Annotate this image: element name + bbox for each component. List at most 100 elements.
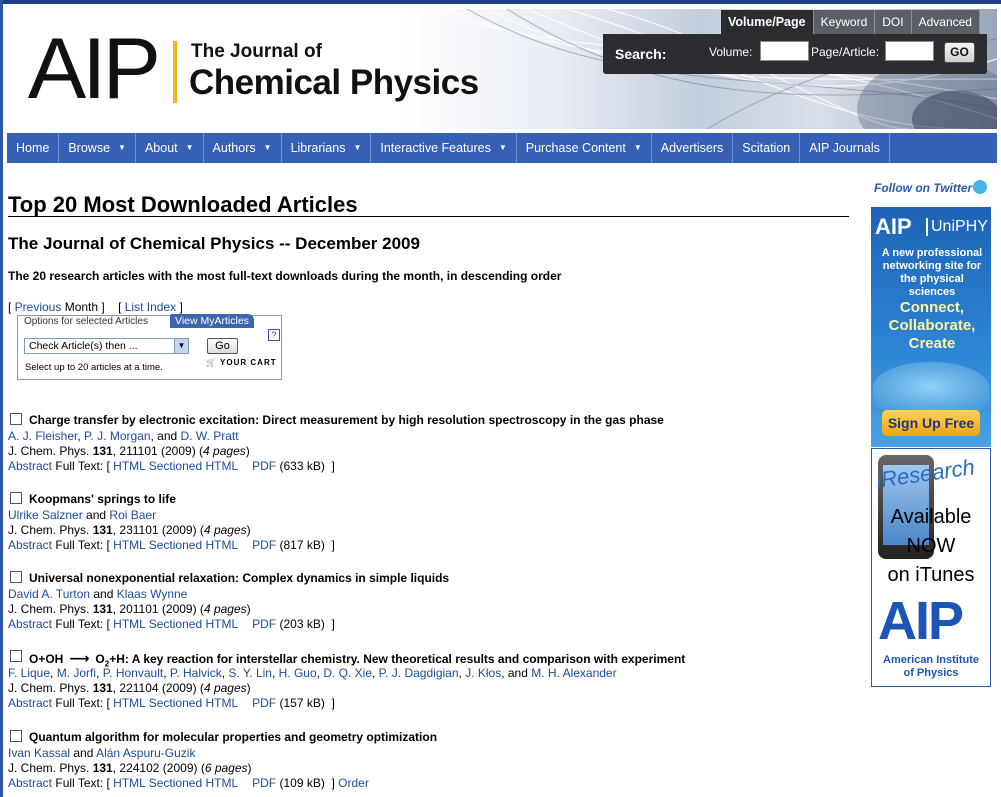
list-index-link[interactable]: List Index bbox=[125, 300, 176, 314]
options-tab[interactable]: Options for selected Articles bbox=[20, 315, 152, 329]
nav-label: AIP Journals bbox=[809, 141, 880, 155]
article-checkbox[interactable] bbox=[10, 492, 22, 504]
html-link[interactable]: HTML bbox=[113, 696, 145, 710]
page-title: Top 20 Most Downloaded Articles bbox=[8, 192, 358, 217]
author-link[interactable]: D. W. Pratt bbox=[181, 429, 239, 443]
html-link[interactable]: HTML bbox=[113, 617, 145, 631]
html-link[interactable]: HTML bbox=[113, 776, 145, 790]
search-label: Search: bbox=[615, 46, 667, 62]
html-link[interactable]: HTML bbox=[113, 538, 145, 552]
file-size: (633 kB) bbox=[279, 459, 325, 473]
tab-keyword[interactable]: Keyword bbox=[813, 10, 876, 34]
pdf-link[interactable]: PDF bbox=[252, 696, 276, 710]
tab-volume-page[interactable]: Volume/Page bbox=[721, 10, 814, 34]
pdf-link[interactable]: PDF bbox=[252, 538, 276, 552]
volume-number: 131 bbox=[92, 602, 113, 616]
article-checkbox[interactable] bbox=[10, 650, 22, 662]
article-citation: J. Chem. Phys. 131, 231101 (2009) (4 pag… bbox=[8, 523, 251, 537]
nav-advertisers[interactable]: Advertisers bbox=[652, 133, 734, 163]
sectioned-html-link[interactable]: Sectioned HTML bbox=[149, 617, 238, 631]
full-text-label: Full Text: bbox=[55, 538, 104, 552]
full-text-label: Full Text: bbox=[55, 459, 104, 473]
page-count: 4 pages bbox=[203, 444, 246, 458]
month-navigation: [ Previous Month ] [ List Index ] bbox=[8, 300, 183, 314]
nav-librarians[interactable]: Librarians ▼ bbox=[282, 133, 372, 163]
page-article-input[interactable] bbox=[885, 41, 934, 61]
follow-on-twitter-link[interactable]: Follow on Twitter bbox=[874, 181, 972, 195]
tab-doi[interactable]: DOI bbox=[875, 10, 912, 34]
pdf-link[interactable]: PDF bbox=[252, 776, 276, 790]
chevron-down-icon: ▼ bbox=[174, 339, 188, 353]
article-citation: J. Chem. Phys. 131, 221104 (2009) (4 pag… bbox=[8, 681, 251, 695]
html-link[interactable]: HTML bbox=[113, 459, 145, 473]
aip-logo[interactable]: AIP bbox=[28, 26, 161, 112]
order-link[interactable]: Order bbox=[338, 776, 369, 790]
article-citation: J. Chem. Phys. 131, 201101 (2009) (4 pag… bbox=[8, 602, 251, 616]
previous-month-link[interactable]: Previous bbox=[15, 300, 62, 314]
journal-name-line1: The Journal of bbox=[191, 41, 322, 62]
ad-aip-logo: AIP bbox=[878, 591, 964, 651]
pdf-link[interactable]: PDF bbox=[252, 617, 276, 631]
view-myarticles-tab[interactable]: View MyArticles bbox=[170, 314, 254, 328]
slogan-line: Connect, bbox=[899, 299, 965, 316]
article-action-select[interactable]: Check Article(s) then ... ▼ bbox=[24, 338, 189, 354]
author-link[interactable]: Ivan Kassal bbox=[8, 746, 70, 760]
page-count: 4 pages bbox=[203, 681, 247, 695]
sign-up-free-button[interactable]: Sign Up Free bbox=[882, 410, 980, 436]
page-subtitle: The Journal of Chemical Physics -- Decem… bbox=[8, 234, 420, 253]
article-links: Abstract Full Text: [ HTML Sectioned HTM… bbox=[8, 617, 335, 631]
iresearch-ad[interactable]: iResearch Available NOW on iTunes AIP Am… bbox=[871, 448, 991, 687]
help-icon[interactable]: ? bbox=[268, 329, 280, 341]
pdf-link[interactable]: PDF bbox=[252, 459, 276, 473]
article-checkbox[interactable] bbox=[10, 730, 22, 742]
abstract-link[interactable]: Abstract bbox=[8, 696, 52, 710]
author-link[interactable]: Klaas Wynne bbox=[117, 587, 188, 601]
nav-purchase-content[interactable]: Purchase Content ▼ bbox=[517, 133, 652, 163]
caret-down-icon: ▼ bbox=[353, 143, 362, 152]
search-go-button[interactable]: GO bbox=[944, 42, 975, 63]
sectioned-html-link[interactable]: Sectioned HTML bbox=[149, 696, 238, 710]
options-go-button[interactable]: Go bbox=[207, 338, 238, 354]
abstract-link[interactable]: Abstract bbox=[8, 776, 52, 790]
tab-advanced[interactable]: Advanced bbox=[911, 10, 980, 34]
nav-label: Authors bbox=[212, 141, 256, 155]
nav-scitation[interactable]: Scitation bbox=[733, 133, 801, 163]
abstract-link[interactable]: Abstract bbox=[8, 459, 52, 473]
article-year: (2009) bbox=[161, 602, 197, 616]
author-link[interactable]: Roi Baer bbox=[109, 508, 156, 522]
article-checkbox[interactable] bbox=[10, 413, 22, 425]
nav-home[interactable]: Home bbox=[7, 133, 60, 163]
nav-aip-journals[interactable]: AIP Journals bbox=[800, 133, 890, 163]
sectioned-html-link[interactable]: Sectioned HTML bbox=[149, 459, 238, 473]
nav-browse[interactable]: Browse ▼ bbox=[59, 133, 136, 163]
article-checkbox[interactable] bbox=[10, 571, 22, 583]
nav-label: Librarians bbox=[290, 141, 346, 155]
abstract-link[interactable]: Abstract bbox=[8, 617, 52, 631]
sectioned-html-link[interactable]: Sectioned HTML bbox=[149, 776, 238, 790]
article-number: 221104 bbox=[119, 681, 159, 695]
your-cart-link[interactable]: 🛒 YOUR CART bbox=[206, 358, 277, 367]
abstract-link[interactable]: Abstract bbox=[8, 538, 52, 552]
file-size: (817 kB) bbox=[279, 538, 325, 552]
author-link[interactable]: A. J. Fleisher bbox=[8, 429, 77, 443]
cart-icon: 🛒 bbox=[206, 358, 217, 367]
select-value: Check Article(s) then ... bbox=[29, 340, 138, 352]
journal-abbrev: J. Chem. Phys. bbox=[8, 602, 90, 616]
article-item: Universal nonexponential relaxation: Com… bbox=[8, 571, 838, 632]
nav-authors[interactable]: Authors ▼ bbox=[204, 133, 282, 163]
volume-number: 131 bbox=[92, 761, 113, 775]
article-year: (2009) bbox=[161, 444, 196, 458]
volume-input[interactable] bbox=[760, 41, 809, 61]
nav-about[interactable]: About ▼ bbox=[136, 133, 204, 163]
sectioned-html-link[interactable]: Sectioned HTML bbox=[149, 538, 238, 552]
author-link[interactable]: Ulrike Salzner bbox=[8, 508, 83, 522]
author-link[interactable]: David A. Turton bbox=[8, 587, 90, 601]
uniphy-ad[interactable]: AIP UniPHY A new professional networking… bbox=[871, 207, 991, 447]
nav-interactive-features[interactable]: Interactive Features ▼ bbox=[371, 133, 517, 163]
search-tabs: Volume/Page Keyword DOI Advanced bbox=[721, 10, 980, 34]
org-line: American Institute bbox=[883, 654, 979, 666]
twitter-bird-icon[interactable] bbox=[973, 180, 987, 194]
author-link[interactable]: P. J. Morgan bbox=[84, 429, 150, 443]
author-link[interactable]: Alán Aspuru-Guzik bbox=[96, 746, 195, 760]
article-links: Abstract Full Text: [ HTML Sectioned HTM… bbox=[8, 696, 335, 710]
